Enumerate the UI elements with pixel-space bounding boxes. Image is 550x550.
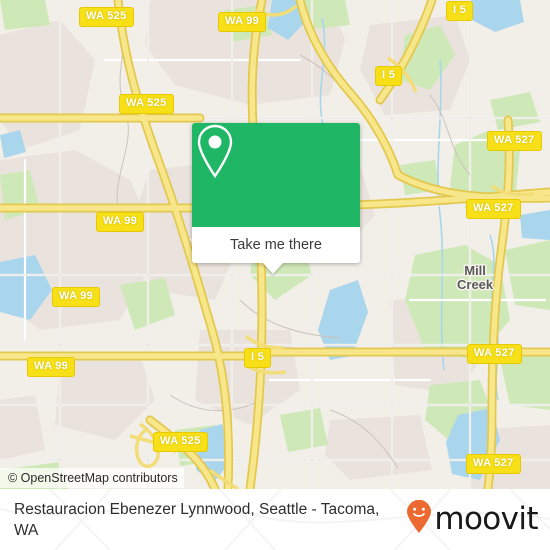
road-shield: I 5	[244, 348, 272, 368]
road-shield: I 5	[375, 66, 403, 86]
page-title: Restauracion Ebenezer Lynnwood, Seattle …	[14, 500, 380, 539]
road-shield: WA 527	[466, 199, 521, 219]
road-shield: WA 525	[119, 94, 174, 114]
popup-image-area	[192, 123, 360, 227]
road-shield: WA 99	[52, 287, 101, 307]
road-shield: WA 527	[467, 344, 522, 364]
moovit-logo[interactable]: moovit	[406, 499, 539, 539]
take-me-there-label: Take me there	[230, 237, 322, 253]
popup-card[interactable]: Take me there	[192, 123, 360, 263]
road-shield: WA 527	[487, 131, 542, 151]
attribution-text: © OpenStreetMap contributors	[8, 471, 178, 485]
map-attribution[interactable]: © OpenStreetMap contributors	[0, 468, 184, 488]
road-shield: WA 525	[79, 7, 134, 27]
road-shield: WA 99	[218, 12, 267, 32]
moovit-wordmark: moovit	[434, 501, 538, 537]
destination-popup[interactable]: Take me there	[192, 123, 360, 274]
road-shield: WA 99	[27, 357, 76, 377]
road-shield: WA 525	[153, 432, 208, 452]
road-shield: WA 99	[96, 212, 145, 232]
map-screenshot: WA 525 WA 99 I 5 I 5 WA 525 WA 527 WA 527 WA 99…	[0, 0, 550, 550]
popup-pointer	[262, 262, 284, 274]
map-canvas[interactable]: WA 525 WA 99 I 5 I 5 WA 525 WA 527 WA 527 WA 99…	[0, 0, 550, 489]
road-shield: WA 527	[466, 454, 521, 474]
footer-bar: Restauracion Ebenezer Lynnwood, Seattle …	[0, 489, 550, 550]
moovit-smiley-pin-icon	[406, 499, 432, 539]
road-shield: I 5	[446, 1, 474, 21]
take-me-there-button[interactable]: Take me there	[192, 227, 360, 263]
